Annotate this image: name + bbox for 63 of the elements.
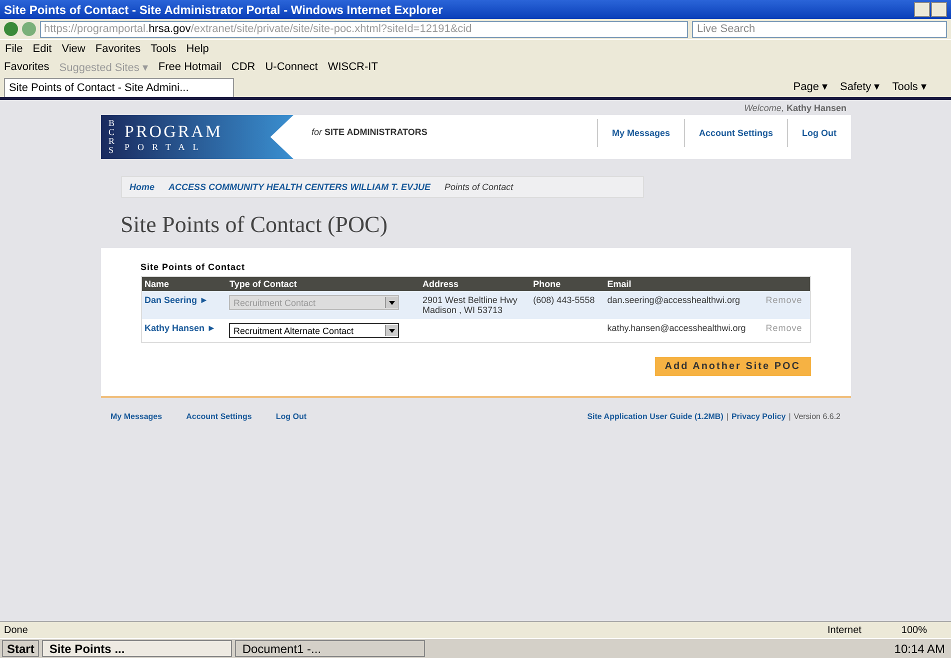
column-header: Type of Contact [226,276,420,291]
footer-link[interactable]: Account Settings [186,412,252,421]
menu-item[interactable]: Tools [150,43,176,55]
header-link[interactable]: My Messages [596,119,684,147]
footer-link[interactable]: Privacy Policy [731,412,786,421]
header-link[interactable]: Log Out [787,119,850,147]
email-text: dan.seering@accesshealthwi.org [607,295,741,305]
command-button[interactable]: Page ▾ [793,80,828,93]
version-text: Version 6.6.2 [794,412,840,421]
forward-button[interactable] [22,22,36,36]
window-title: Site Points of Contact - Site Administrator Portal - Windows Internet Explorer [4,2,443,16]
zone-text: Internet [828,624,862,636]
maximize-button[interactable] [931,2,947,17]
welcome-text: Welcome, Kathy Hansen [743,102,848,115]
header-link[interactable]: Account Settings [684,119,787,147]
column-header: Phone [530,276,604,291]
taskbar-button[interactable]: Site Points ... [42,640,232,657]
start-button[interactable]: Start [2,640,40,657]
breadcrumb-link[interactable]: Home [130,182,155,192]
page-title: Site Points of Contact (POC) [120,212,389,238]
contact-type-select[interactable]: Recruitment Alternate Contact [229,323,400,338]
email-text: kathy.hansen@accesshealthwi.org [607,323,747,333]
menu-item[interactable]: Edit [32,43,52,55]
browser-tab[interactable]: Site Points of Contact - Site Admini... [4,78,234,97]
caret-icon [385,325,398,336]
breadcrumb-current: Points of Contact [444,182,514,192]
section-title: Site Points of Contact [140,262,246,272]
footer-link[interactable]: My Messages [110,412,162,421]
contact-name-link[interactable]: Kathy Hansen ► [144,323,216,333]
favorites-link[interactable]: WISCR-IT [328,61,378,73]
separator-text: | [726,412,728,421]
favorites-link[interactable]: U-Connect [265,61,318,73]
search-field[interactable]: Live Search [692,20,947,38]
clock-text: 10:14 AM [894,642,946,656]
address-text: 2901 West Beltline Hwy Madison , WI 53713 [422,295,518,315]
portal-subtitle: for SITE ADMINISTRATORS [310,126,428,139]
zoom-control[interactable]: 100% [901,624,927,636]
back-button[interactable] [4,22,18,36]
address-field[interactable]: https://programportal.hrsa.gov/extranet/site/private/site/site-poc.xhtml?siteId=12191&cid [40,20,688,38]
footer-link[interactable]: Log Out [276,412,307,421]
status-text: Done [4,624,28,636]
menu-item[interactable]: View [62,43,86,55]
column-header: Address [420,276,530,291]
favorites-link[interactable]: Free Hotmail [158,61,222,73]
menu-item[interactable]: File [5,43,23,55]
add-poc-button[interactable]: Add Another Site POC [654,357,810,376]
menu-item[interactable]: Favorites [95,43,141,55]
portal-logo: BCRS PROGRAM PORTAL [100,115,294,159]
column-header: Email [604,276,763,291]
command-button[interactable]: Safety ▾ [840,80,880,93]
favorites-link[interactable]: CDR [231,61,256,73]
minimize-button[interactable] [914,2,930,17]
column-header: Name [141,276,226,291]
separator-text: | [788,412,791,421]
footer-link[interactable]: Site Application User Guide (1.2MB) [587,412,724,421]
command-button[interactable]: Tools ▾ [892,80,927,93]
breadcrumb-link[interactable]: ACCESS COMMUNITY HEALTH CENTERS WILLIAM T. EVJUE [168,182,431,192]
favorites-button[interactable]: Favorites [4,61,50,73]
caret-icon [385,297,398,308]
taskbar-button[interactable]: Document1 -... [235,640,426,657]
contact-name-link[interactable]: Dan Seering ► [144,295,208,305]
menu-item[interactable]: Help [186,43,209,55]
phone-text: (608) 443-5558 [533,295,596,305]
